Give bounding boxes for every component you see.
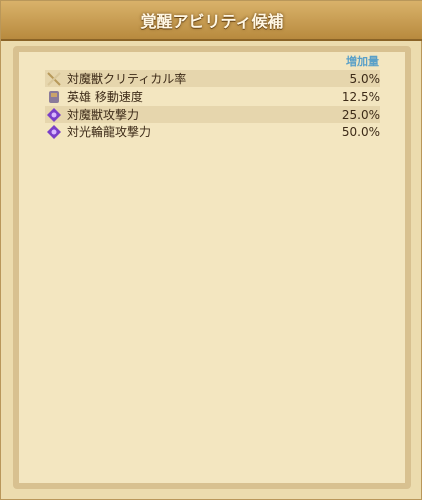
ability-label: 対光輪龍攻撃力: [67, 125, 152, 139]
ability-row: 英雄 移動速度 12.5%: [45, 88, 380, 105]
panel-title: 覚醒アビリティ候補: [140, 12, 284, 31]
increase-column-header: 増加量: [346, 55, 379, 68]
ability-label: 英雄 移動速度: [67, 90, 143, 104]
ability-value: 5.0%: [349, 71, 381, 86]
ability-label: 対魔獣攻撃力: [67, 108, 140, 122]
purple-gem-icon: [45, 123, 63, 140]
panel-header: 覚醒アビリティ候補: [1, 1, 422, 41]
ability-row: 対魔獣クリティカル率 5.0%: [45, 70, 380, 87]
ability-value: 50.0%: [341, 124, 380, 139]
ability-panel: 覚醒アビリティ候補 増加量 対魔獣クリティカル率 5.0% 英雄 移動速度 12…: [0, 0, 422, 500]
ability-row: 対光輪龍攻撃力 50.0%: [45, 123, 380, 140]
ability-value: 25.0%: [341, 107, 380, 122]
crossed-swords-icon: [45, 70, 63, 87]
ability-label: 対魔獣クリティカル率: [67, 72, 187, 86]
hero-boot-icon: [45, 88, 63, 105]
ability-row: 対魔獣攻撃力 25.0%: [45, 106, 380, 123]
ability-value: 12.5%: [341, 89, 380, 104]
purple-gem-icon: [45, 106, 63, 123]
